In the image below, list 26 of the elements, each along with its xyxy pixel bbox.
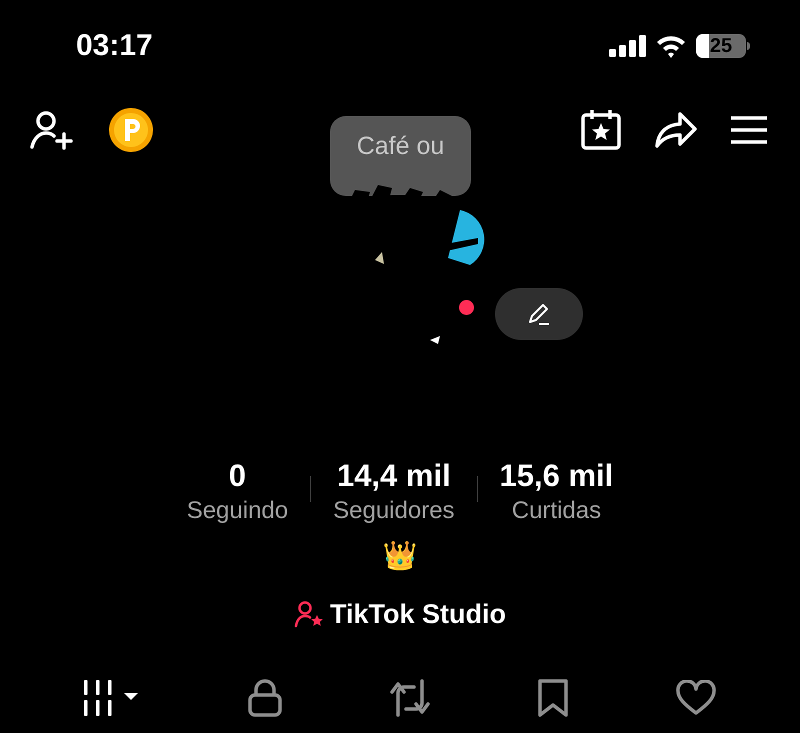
- stat-label: Seguindo: [186, 496, 288, 526]
- battery-indicator: 25: [696, 34, 746, 58]
- liked-tab[interactable]: [676, 680, 716, 716]
- stat-label: Curtidas: [512, 496, 602, 526]
- person-star-icon: [294, 600, 324, 628]
- repost-tab[interactable]: [390, 679, 430, 717]
- saved-tab[interactable]: [538, 679, 568, 717]
- private-tab[interactable]: [248, 679, 282, 717]
- signal-icon: [609, 35, 646, 57]
- edit-profile-button[interactable]: [495, 288, 583, 340]
- videos-grid-tab[interactable]: [84, 680, 140, 716]
- pencil-icon: [527, 302, 551, 326]
- note-bubble: Café ou: [330, 116, 471, 196]
- share-icon[interactable]: [654, 111, 698, 149]
- wifi-icon: [655, 34, 687, 58]
- studio-link[interactable]: TikTok Studio: [294, 594, 506, 634]
- status-time: 03:17: [76, 31, 153, 61]
- menu-icon[interactable]: [730, 115, 768, 145]
- add-friend-icon[interactable]: [30, 110, 74, 150]
- coin-icon[interactable]: [108, 107, 154, 153]
- stat-label: Seguidores: [333, 496, 455, 526]
- stat-value: 0: [228, 457, 246, 495]
- stat-value: 14,4 mil: [336, 457, 451, 495]
- calendar-star-icon[interactable]: [580, 109, 622, 151]
- stat-value: 15,6 mil: [500, 457, 614, 495]
- bio-text: 👑: [382, 538, 418, 574]
